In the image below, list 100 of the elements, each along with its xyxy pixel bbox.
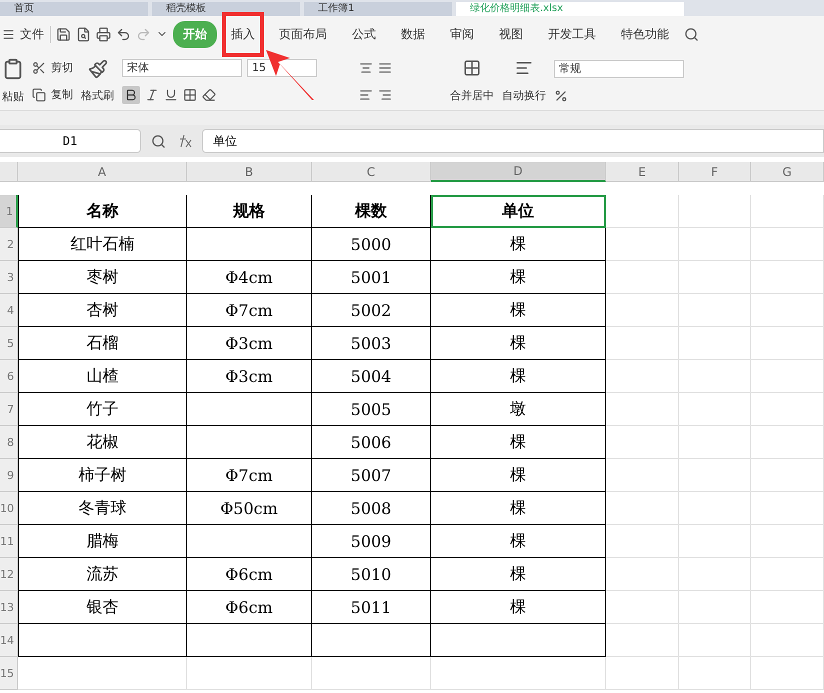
formula-field[interactable]: 单位	[202, 129, 824, 153]
column-header[interactable]: B	[187, 162, 312, 182]
table-cell: 竹子	[18, 393, 187, 426]
ribbon-tab[interactable]: 视图	[489, 20, 533, 48]
document-tab[interactable]: 首页	[0, 2, 148, 16]
table-cell: 棵	[431, 426, 606, 459]
table-cell: 山楂	[18, 360, 187, 393]
row-header[interactable]: 8	[0, 426, 18, 459]
paintbrush-icon[interactable]	[88, 58, 108, 79]
empty-cell	[679, 591, 751, 624]
row-header[interactable]: 13	[0, 591, 18, 624]
column-header[interactable]: G	[751, 162, 824, 182]
row-header[interactable]: 12	[0, 558, 18, 591]
bold-icon[interactable]	[122, 86, 140, 104]
clipboard-icon[interactable]	[2, 58, 24, 80]
table-cell: 5008	[312, 492, 431, 525]
table-cell: 5011	[312, 591, 431, 624]
row-header[interactable]: 14	[0, 624, 18, 657]
italic-icon[interactable]	[145, 88, 159, 102]
document-tab[interactable]: 绿化价格明细表.xlsx	[456, 2, 684, 16]
empty-cell	[679, 360, 751, 393]
empty-cell	[679, 261, 751, 294]
underline-icon[interactable]	[164, 88, 178, 102]
undo-icon[interactable]	[116, 26, 131, 42]
file-search-icon[interactable]	[76, 26, 91, 42]
table-cell: 棵	[431, 558, 606, 591]
ribbon-tab[interactable]: 审阅	[440, 20, 484, 48]
table-cell: 杏树	[18, 294, 187, 327]
cell-reference-field[interactable]: D1	[0, 129, 141, 153]
row-header[interactable]: 3	[0, 261, 18, 294]
align-justify-icon[interactable]	[378, 60, 392, 74]
table-cell: 银杏	[18, 591, 187, 624]
eraser-icon[interactable]	[202, 88, 216, 102]
scissors-icon[interactable]	[32, 60, 46, 74]
row-header[interactable]: 2	[0, 228, 18, 261]
ribbon-tab[interactable]: 开始	[173, 20, 217, 48]
table-cell: 棵	[431, 591, 606, 624]
table-cell: Φ6cm	[187, 558, 312, 591]
copy-icon[interactable]	[32, 88, 46, 102]
table-cell: 5005	[312, 393, 431, 426]
ribbon-tab[interactable]: 插入	[222, 12, 264, 56]
save-icon[interactable]	[56, 26, 71, 42]
row-header[interactable]: 15	[0, 657, 18, 690]
print-icon[interactable]	[96, 26, 111, 42]
font-size-field[interactable]: 15	[247, 58, 317, 76]
table-cell: 5007	[312, 459, 431, 492]
empty-cell	[679, 228, 751, 261]
align-center-icon[interactable]	[359, 60, 373, 74]
table-cell: 枣树	[18, 261, 187, 294]
row-header[interactable]: 10	[0, 492, 18, 525]
table-cell: 棵	[431, 261, 606, 294]
merge-cells-icon[interactable]	[463, 59, 481, 78]
align-left-icon[interactable]	[359, 88, 373, 102]
ribbon-tab[interactable]: 数据	[391, 20, 435, 48]
row-header[interactable]: 6	[0, 360, 18, 393]
ribbon-tab[interactable]: 页面布局	[269, 20, 337, 48]
menu-icon[interactable]	[2, 28, 15, 40]
border-icon[interactable]	[183, 88, 197, 102]
ribbon-tab[interactable]: 特色功能	[611, 20, 679, 48]
copy-button[interactable]: 复制	[51, 87, 73, 102]
column-header[interactable]: A	[18, 162, 187, 182]
column-header[interactable]: C	[312, 162, 431, 182]
ribbon-tab[interactable]: 公式	[342, 20, 386, 48]
empty-cell	[679, 492, 751, 525]
table-cell: 腊梅	[18, 525, 187, 558]
column-header[interactable]: D	[431, 162, 606, 182]
column-header[interactable]: F	[679, 162, 751, 182]
file-menu[interactable]: 文件	[20, 26, 51, 42]
paste-button[interactable]: 粘贴	[2, 88, 24, 104]
row-header[interactable]: 11	[0, 525, 18, 558]
font-field[interactable]: 宋体	[122, 58, 242, 76]
row-header[interactable]: 1	[0, 195, 18, 228]
table-cell: 棵	[431, 492, 606, 525]
percent-icon[interactable]	[554, 88, 568, 102]
row-header[interactable]: 7	[0, 393, 18, 426]
table-cell: 棵	[431, 294, 606, 327]
document-tab[interactable]: 工作簿1	[304, 2, 452, 16]
header-cell: 单位	[431, 195, 606, 228]
table-cell: Φ3cm	[187, 360, 312, 393]
empty-cell	[679, 294, 751, 327]
ribbon-tab[interactable]: 开发工具	[538, 20, 606, 48]
table-cell: 5006	[312, 426, 431, 459]
row-header[interactable]: 5	[0, 327, 18, 360]
table-cell: Φ7cm	[187, 294, 312, 327]
search-icon[interactable]	[684, 26, 699, 42]
row-header[interactable]: 9	[0, 459, 18, 492]
merge-center-button[interactable]: 合并居中	[450, 88, 494, 103]
number-format-field[interactable]: 常规	[554, 60, 684, 78]
column-header[interactable]: E	[606, 162, 679, 182]
table-cell: Φ3cm	[187, 327, 312, 360]
row-header[interactable]: 4	[0, 294, 18, 327]
table-cell: 5004	[312, 360, 431, 393]
format-painter-button[interactable]: 格式刷	[81, 88, 114, 104]
cut-button[interactable]: 剪切	[51, 60, 73, 75]
align-right-icon[interactable]	[378, 88, 392, 102]
document-tab[interactable]: 稻壳模板	[152, 2, 300, 16]
header-cell: 规格	[187, 195, 312, 228]
wrap-text-button[interactable]: 自动换行	[502, 88, 546, 103]
search-icon[interactable]	[151, 134, 166, 148]
empty-cell	[679, 624, 751, 657]
